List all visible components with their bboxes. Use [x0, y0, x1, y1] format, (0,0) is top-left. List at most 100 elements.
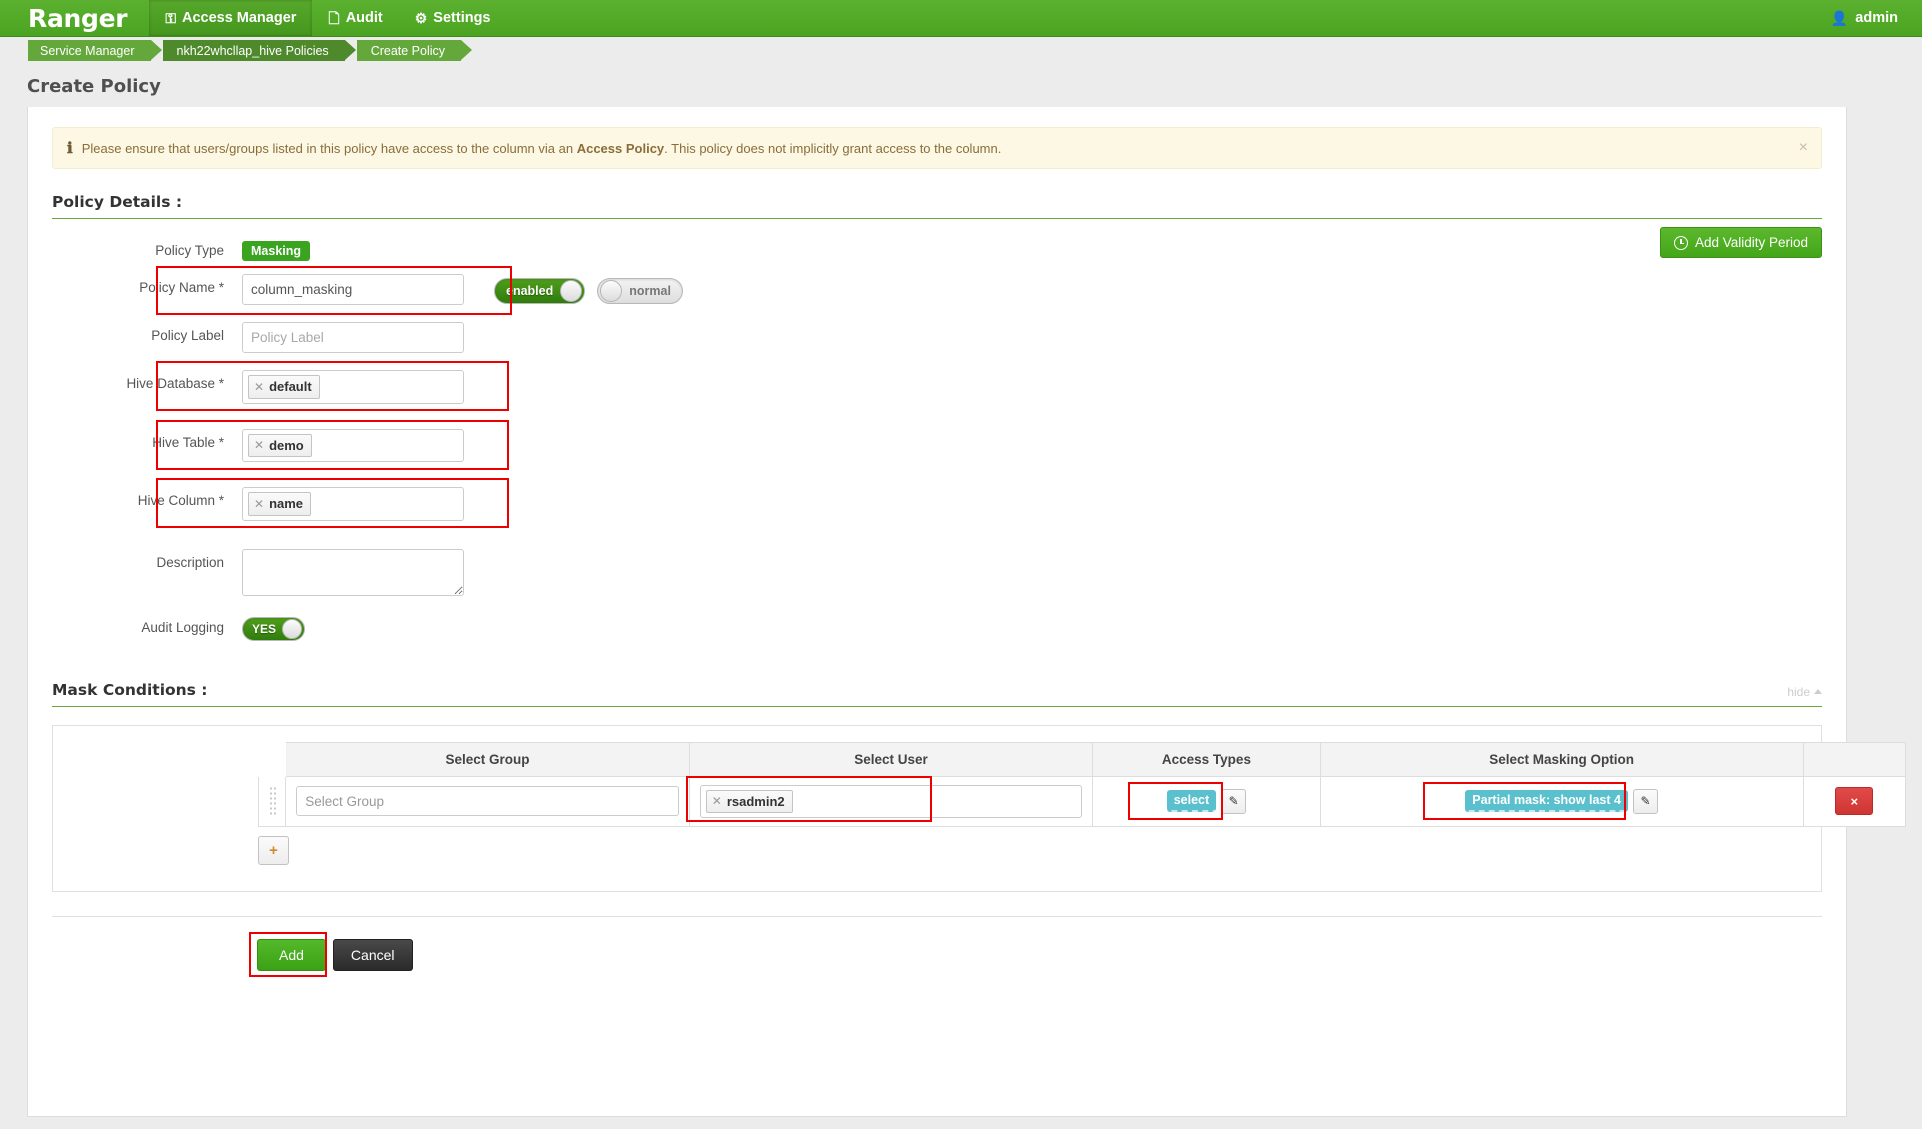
page-title: Create Policy: [27, 76, 161, 97]
nav-access-manager[interactable]: ⚿ Access Manager: [149, 0, 313, 36]
policy-name-label: Policy Name *: [139, 280, 224, 295]
field-row-policy-label: Policy Label: [52, 322, 1822, 353]
mask-conditions-container: Select Group Select User Access Types Se…: [52, 724, 1907, 893]
nav-audit-label: Audit: [345, 10, 383, 26]
description-textarea[interactable]: [242, 548, 464, 596]
policy-name-input[interactable]: [242, 274, 464, 305]
hide-label: hide: [1787, 684, 1810, 699]
token-label: name: [269, 496, 304, 512]
app-logo[interactable]: Ranger: [0, 0, 149, 36]
breadcrumb-item-hive-policies[interactable]: nkh22whcllap_hive Policies: [162, 40, 356, 61]
select-user-token-input[interactable]: ✕ rsadmin2: [699, 784, 1083, 819]
cell-select-user: ✕ rsadmin2: [685, 775, 1094, 828]
hive-column-label: Hive Column *: [137, 493, 224, 509]
close-icon[interactable]: ✕: [712, 793, 722, 809]
token-chip[interactable]: ✕ default: [248, 375, 320, 399]
gear-icon: ⚙: [414, 10, 428, 26]
user-menu[interactable]: 👤 admin: [1819, 0, 1922, 36]
col-access-types: Access Types: [1092, 741, 1321, 777]
token-label: rsadmin2: [726, 793, 785, 809]
select-group-input[interactable]: [296, 786, 679, 817]
alert-text-bold: Access Policy: [576, 140, 665, 156]
nav-audit[interactable]: 🗋 Audit: [312, 0, 398, 36]
policy-label-input[interactable]: [242, 322, 464, 353]
access-types-chipgroup: select ✎: [1166, 788, 1247, 814]
hive-table-token-input[interactable]: ✕ demo: [242, 428, 464, 463]
col-select-masking-option: Select Masking Option: [1319, 741, 1804, 777]
toggle-knob: [560, 280, 583, 302]
hive-column-token-input[interactable]: ✕ name: [242, 487, 464, 521]
field-row-hive-database: Hive Database * ✕ default: [52, 361, 1822, 411]
close-icon[interactable]: ×: [1799, 140, 1808, 156]
column-access-alert: ℹ Please ensure that users/groups listed…: [52, 127, 1822, 169]
field-row-audit-logging: Audit Logging YES: [52, 616, 1822, 641]
drag-handle-icon[interactable]: [269, 786, 277, 817]
table-body: ✕ rsadmin2 select ✎: [257, 775, 1907, 828]
add-button[interactable]: Add: [257, 939, 326, 972]
edit-pencil-icon[interactable]: ✎: [1632, 788, 1658, 814]
token-chip[interactable]: ✕ name: [248, 492, 312, 516]
masking-option-chip[interactable]: Partial mask: show last 4: [1465, 790, 1628, 813]
table-header-row: Select Group Select User Access Types Se…: [257, 741, 1907, 777]
hide-mask-conditions-link[interactable]: hide: [1787, 685, 1822, 699]
policy-type-label: Policy Type: [155, 243, 224, 258]
cell-access-types: select ✎: [1092, 775, 1321, 828]
nav-settings[interactable]: ⚙ Settings: [399, 0, 507, 36]
form-footer: Add Cancel: [52, 916, 1822, 978]
hive-database-label: Hive Database *: [126, 376, 224, 391]
policy-toggles: enabled normal: [494, 274, 683, 304]
policy-details-form: Add Validity Period Policy Type Masking …: [52, 219, 1822, 641]
token-chip[interactable]: ✕ rsadmin2: [705, 789, 793, 814]
audit-logging-toggle[interactable]: YES: [242, 616, 306, 641]
table-row: ✕ rsadmin2 select ✎: [257, 775, 1907, 828]
token-label: default: [269, 379, 312, 394]
col-drag-handle: [257, 741, 287, 777]
field-row-policy-name: Policy Name * enabled normal: [52, 266, 1822, 315]
nav-access-manager-label: Access Manager: [181, 10, 297, 26]
field-row-description: Description: [52, 548, 1822, 599]
main-nav-items: ⚿ Access Manager 🗋 Audit ⚙ Settings: [149, 0, 506, 36]
breadcrumb-item-service-manager[interactable]: Service Manager: [28, 40, 161, 61]
cell-select-group: [285, 775, 690, 828]
col-select-user: Select User: [688, 741, 1094, 777]
policy-label-label: Policy Label: [151, 328, 224, 343]
hive-table-label: Hive Table *: [152, 434, 224, 450]
field-row-hive-table: Hive Table * ✕ demo: [52, 419, 1822, 470]
row-drag-handle-cell: [257, 775, 287, 828]
col-delete: [1802, 741, 1907, 777]
close-icon[interactable]: ✕: [254, 437, 264, 453]
field-row-policy-type: Policy Type Masking: [52, 237, 1822, 261]
access-type-chip[interactable]: select: [1166, 790, 1217, 813]
delete-row-button[interactable]: ×: [1835, 787, 1874, 816]
close-icon[interactable]: ✕: [254, 496, 264, 512]
edit-pencil-icon[interactable]: ✎: [1221, 788, 1247, 814]
breadcrumb: Service Manager nkh22whcllap_hive Polici…: [0, 37, 1922, 64]
alert-text-before: Please ensure that users/groups listed i…: [81, 140, 577, 156]
add-row-button[interactable]: +: [258, 836, 289, 866]
chevron-up-icon: [1814, 689, 1822, 695]
toggle-knob: [600, 280, 623, 302]
alert-text-after: . This policy does not implicitly grant …: [664, 140, 1002, 156]
cancel-button[interactable]: Cancel: [332, 939, 413, 972]
mask-conditions-section-header: Mask Conditions : hide: [52, 681, 1822, 707]
info-icon: ℹ: [67, 140, 73, 157]
breadcrumb-list: Service Manager nkh22whcllap_hive Polici…: [28, 40, 473, 61]
audit-logging-value: YES: [252, 621, 277, 636]
cell-masking-option: Partial mask: show last 4 ✎: [1319, 775, 1804, 828]
nav-settings-label: Settings: [433, 10, 491, 26]
token-chip[interactable]: ✕ demo: [248, 433, 312, 458]
create-policy-panel: ℹ Please ensure that users/groups listed…: [27, 107, 1907, 1117]
policy-status-toggle[interactable]: enabled: [494, 278, 586, 304]
hive-database-token-input[interactable]: ✕ default: [242, 370, 464, 404]
cell-delete: ×: [1802, 775, 1907, 828]
table-header: Select Group Select User Access Types Se…: [257, 741, 1907, 777]
token-label: demo: [269, 437, 304, 453]
audit-logging-label: Audit Logging: [141, 619, 224, 635]
close-icon[interactable]: ✕: [254, 379, 264, 395]
user-icon: 👤: [1830, 10, 1849, 26]
policy-priority-toggle[interactable]: normal: [597, 278, 683, 304]
policy-priority-label: normal: [629, 284, 671, 298]
alert-text: Please ensure that users/groups listed i…: [82, 141, 1002, 156]
top-navigation-bar: Ranger ⚿ Access Manager 🗋 Audit ⚙ Settin…: [0, 0, 1922, 37]
breadcrumb-item-create-policy[interactable]: Create Policy: [356, 40, 473, 61]
